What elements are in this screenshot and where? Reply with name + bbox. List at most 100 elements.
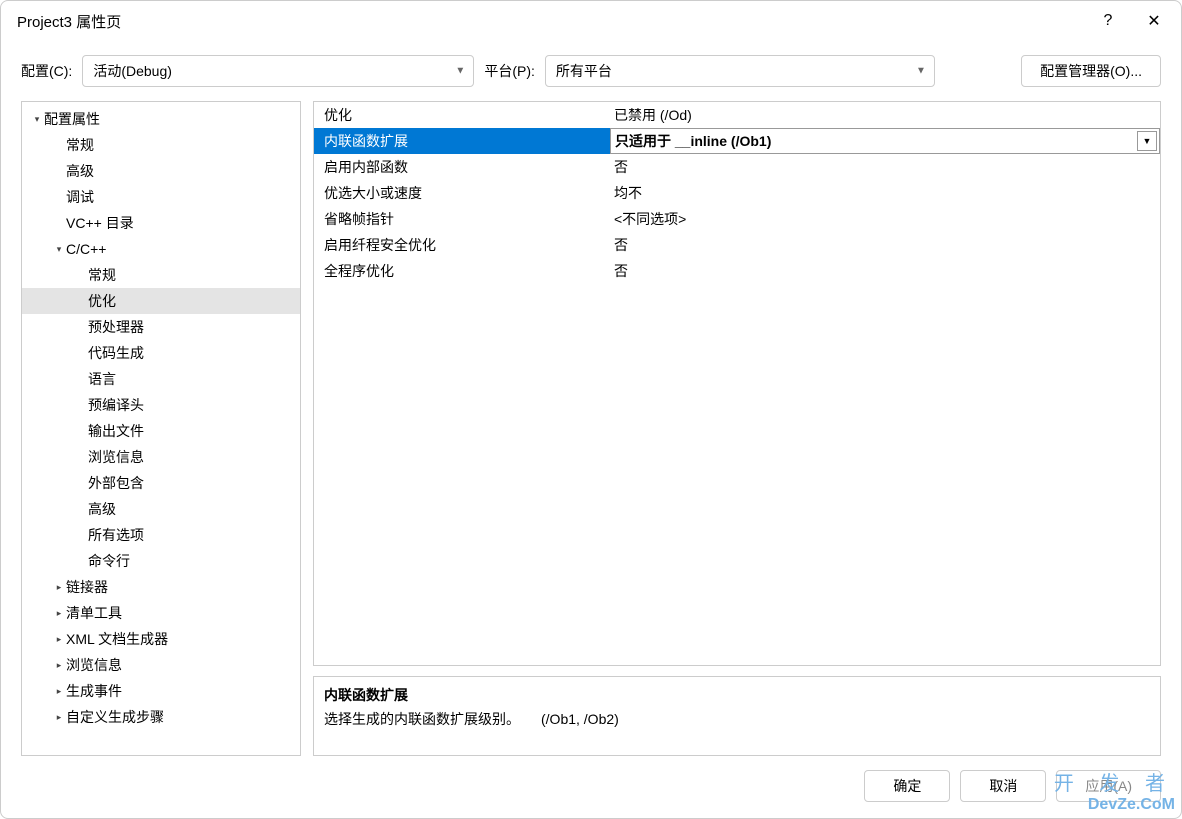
tree-item-label: 输出文件 bbox=[88, 421, 144, 441]
tree-item[interactable]: ▸所有选项 bbox=[22, 522, 300, 548]
tree-item[interactable]: ▸预编译头 bbox=[22, 392, 300, 418]
property-value[interactable]: <不同选项> bbox=[610, 206, 1160, 232]
platform-dropdown[interactable]: 所有平台 ▼ bbox=[545, 55, 935, 87]
property-name: 启用内部函数 bbox=[314, 154, 610, 180]
tree-item-label: C/C++ bbox=[66, 241, 106, 257]
tree-item-label: 预处理器 bbox=[88, 317, 144, 337]
chevron-down-icon: ▼ bbox=[455, 66, 465, 77]
tree-item-label: 清单工具 bbox=[66, 603, 122, 623]
tree-item[interactable]: ▸命令行 bbox=[22, 548, 300, 574]
description-title: 内联函数扩展 bbox=[324, 685, 1150, 705]
caret-right-icon: ▸ bbox=[52, 582, 66, 593]
config-label: 配置(C): bbox=[21, 61, 72, 81]
tree-item-label: 优化 bbox=[88, 291, 116, 311]
dropdown-button[interactable]: ▼ bbox=[1137, 131, 1157, 151]
tree-item-label: 语言 bbox=[88, 369, 116, 389]
tree-item[interactable]: ▸浏览信息 bbox=[22, 652, 300, 678]
caret-right-icon: ▸ bbox=[52, 660, 66, 671]
apply-button[interactable]: 应用(A) bbox=[1056, 770, 1161, 802]
category-tree[interactable]: ▾配置属性▸常规▸高级▸调试▸VC++ 目录▾C/C++▸常规▸优化▸预处理器▸… bbox=[21, 101, 301, 756]
tree-item-label: 常规 bbox=[66, 135, 94, 155]
tree-item[interactable]: ▸输出文件 bbox=[22, 418, 300, 444]
tree-item[interactable]: ▸清单工具 bbox=[22, 600, 300, 626]
tree-item-label: 高级 bbox=[88, 499, 116, 519]
config-value: 活动(Debug) bbox=[93, 61, 172, 81]
tree-item[interactable]: ▸外部包含 bbox=[22, 470, 300, 496]
property-value[interactable]: 否 bbox=[610, 232, 1160, 258]
config-row: 配置(C): 活动(Debug) ▼ 平台(P): 所有平台 ▼ 配置管理器(O… bbox=[1, 41, 1181, 101]
property-row[interactable]: 启用纤程安全优化否 bbox=[314, 232, 1160, 258]
tree-item-label: 浏览信息 bbox=[66, 655, 122, 675]
dialog-footer: 确定 取消 应用(A) 开 发 者 DevZe.CoM bbox=[1, 760, 1181, 818]
help-icon[interactable]: ? bbox=[1085, 1, 1131, 41]
caret-down-icon: ▾ bbox=[52, 244, 66, 255]
configuration-manager-button[interactable]: 配置管理器(O)... bbox=[1021, 55, 1161, 87]
tree-item[interactable]: ▾C/C++ bbox=[22, 236, 300, 262]
caret-right-icon: ▸ bbox=[52, 686, 66, 697]
tree-item[interactable]: ▸高级 bbox=[22, 496, 300, 522]
caret-right-icon: ▸ bbox=[52, 634, 66, 645]
tree-item[interactable]: ▸VC++ 目录 bbox=[22, 210, 300, 236]
property-row[interactable]: 优选大小或速度均不 bbox=[314, 180, 1160, 206]
property-row[interactable]: 启用内部函数否 bbox=[314, 154, 1160, 180]
caret-right-icon: ▸ bbox=[52, 712, 66, 723]
tree-item-label: 自定义生成步骤 bbox=[66, 707, 164, 727]
tree-item-label: 配置属性 bbox=[44, 109, 100, 129]
property-value[interactable]: 只适用于 __inline (/Ob1)▼ bbox=[610, 128, 1160, 154]
tree-item-label: 命令行 bbox=[88, 551, 130, 571]
description-panel: 内联函数扩展 选择生成的内联函数扩展级别。 (/Ob1, /Ob2) bbox=[313, 676, 1161, 756]
property-name: 内联函数扩展 bbox=[314, 128, 610, 154]
tree-item-label: 代码生成 bbox=[88, 343, 144, 363]
chevron-down-icon: ▼ bbox=[916, 66, 926, 77]
cancel-button[interactable]: 取消 bbox=[960, 770, 1046, 802]
caret-down-icon: ▾ bbox=[30, 114, 44, 125]
close-icon[interactable]: ✕ bbox=[1131, 1, 1177, 41]
platform-value: 所有平台 bbox=[556, 61, 612, 81]
property-row[interactable]: 全程序优化否 bbox=[314, 258, 1160, 284]
tree-item-label: 常规 bbox=[88, 265, 116, 285]
platform-label: 平台(P): bbox=[484, 61, 535, 81]
property-name: 全程序优化 bbox=[314, 258, 610, 284]
tree-item[interactable]: ▸XML 文档生成器 bbox=[22, 626, 300, 652]
property-name: 启用纤程安全优化 bbox=[314, 232, 610, 258]
body: ▾配置属性▸常规▸高级▸调试▸VC++ 目录▾C/C++▸常规▸优化▸预处理器▸… bbox=[1, 101, 1181, 760]
tree-item[interactable]: ▸链接器 bbox=[22, 574, 300, 600]
tree-item[interactable]: ▸自定义生成步骤 bbox=[22, 704, 300, 730]
tree-item-label: 高级 bbox=[66, 161, 94, 181]
property-row[interactable]: 省略帧指针<不同选项> bbox=[314, 206, 1160, 232]
right-pane: 优化已禁用 (/Od)内联函数扩展只适用于 __inline (/Ob1)▼启用… bbox=[313, 101, 1161, 756]
tree-item-label: 浏览信息 bbox=[88, 447, 144, 467]
property-pages-dialog: Project3 属性页 ? ✕ 配置(C): 活动(Debug) ▼ 平台(P… bbox=[0, 0, 1182, 819]
tree-item[interactable]: ▸常规 bbox=[22, 132, 300, 158]
tree-item[interactable]: ▾配置属性 bbox=[22, 106, 300, 132]
tree-item[interactable]: ▸预处理器 bbox=[22, 314, 300, 340]
tree-item-label: 所有选项 bbox=[88, 525, 144, 545]
property-row[interactable]: 内联函数扩展只适用于 __inline (/Ob1)▼ bbox=[314, 128, 1160, 154]
tree-item[interactable]: ▸调试 bbox=[22, 184, 300, 210]
tree-item[interactable]: ▸语言 bbox=[22, 366, 300, 392]
tree-item-label: XML 文档生成器 bbox=[66, 629, 168, 649]
property-row[interactable]: 优化已禁用 (/Od) bbox=[314, 102, 1160, 128]
window-title: Project3 属性页 bbox=[17, 11, 1085, 32]
property-name: 优选大小或速度 bbox=[314, 180, 610, 206]
property-value[interactable]: 否 bbox=[610, 258, 1160, 284]
tree-item[interactable]: ▸代码生成 bbox=[22, 340, 300, 366]
config-dropdown[interactable]: 活动(Debug) ▼ bbox=[82, 55, 474, 87]
caret-right-icon: ▸ bbox=[52, 608, 66, 619]
tree-item-label: 调试 bbox=[66, 187, 94, 207]
description-body: 选择生成的内联函数扩展级别。 (/Ob1, /Ob2) bbox=[324, 709, 1150, 729]
tree-item[interactable]: ▸浏览信息 bbox=[22, 444, 300, 470]
tree-item[interactable]: ▸常规 bbox=[22, 262, 300, 288]
property-value[interactable]: 否 bbox=[610, 154, 1160, 180]
tree-item-label: 外部包含 bbox=[88, 473, 144, 493]
property-value[interactable]: 已禁用 (/Od) bbox=[610, 102, 1160, 128]
property-value[interactable]: 均不 bbox=[610, 180, 1160, 206]
tree-item-label: 预编译头 bbox=[88, 395, 144, 415]
property-grid[interactable]: 优化已禁用 (/Od)内联函数扩展只适用于 __inline (/Ob1)▼启用… bbox=[313, 101, 1161, 666]
tree-item[interactable]: ▸生成事件 bbox=[22, 678, 300, 704]
tree-item[interactable]: ▸高级 bbox=[22, 158, 300, 184]
tree-item[interactable]: ▸优化 bbox=[22, 288, 300, 314]
tree-item-label: VC++ 目录 bbox=[66, 213, 134, 233]
titlebar: Project3 属性页 ? ✕ bbox=[1, 1, 1181, 41]
ok-button[interactable]: 确定 bbox=[864, 770, 950, 802]
